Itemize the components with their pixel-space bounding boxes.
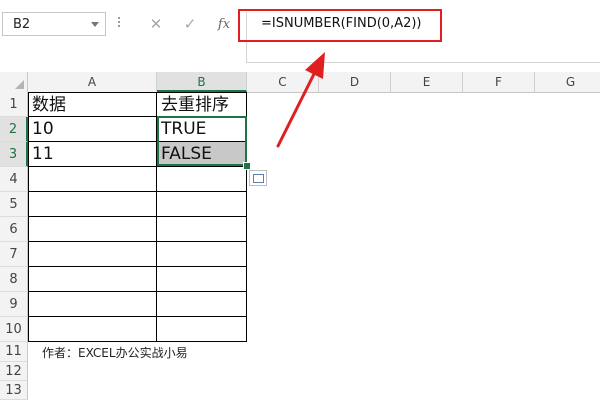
column-header-d[interactable]: D xyxy=(319,72,391,92)
cell-a3[interactable]: 11 xyxy=(28,142,157,167)
cell-b7[interactable] xyxy=(157,242,247,267)
chevron-down-icon[interactable] xyxy=(91,22,99,27)
cell-a4[interactable] xyxy=(28,167,157,192)
annotation-highlight-box xyxy=(238,9,442,42)
column-header-g[interactable]: G xyxy=(535,72,600,92)
row-header-1[interactable]: 1 xyxy=(0,92,28,117)
row-header-4[interactable]: 4 xyxy=(0,167,28,192)
cell-a9[interactable] xyxy=(28,292,157,317)
name-box-value: B2 xyxy=(13,17,31,32)
row-header-3[interactable]: 3 xyxy=(0,142,28,167)
column-header-c[interactable]: C xyxy=(247,72,319,92)
row-header-2[interactable]: 2 xyxy=(0,117,28,142)
row-header-10[interactable]: 10 xyxy=(0,317,28,342)
row-header-7[interactable]: 7 xyxy=(0,242,28,267)
confirm-icon[interactable]: ✓ xyxy=(176,12,204,36)
cell-b10[interactable] xyxy=(157,317,247,342)
cell-b1[interactable]: 去重排序 xyxy=(157,92,247,117)
cell-a7[interactable] xyxy=(28,242,157,267)
cell-a1[interactable]: 数据 xyxy=(28,92,157,117)
row-header-8[interactable]: 8 xyxy=(0,267,28,292)
formula-buttons: ✕ ✓ fx xyxy=(136,12,244,36)
row-header-6[interactable]: 6 xyxy=(0,217,28,242)
grip-icon xyxy=(118,17,121,31)
column-header-f[interactable]: F xyxy=(463,72,535,92)
column-headers: A B C D E F G xyxy=(0,72,600,93)
selection-outline xyxy=(157,116,247,166)
cell-b4[interactable] xyxy=(157,167,247,192)
column-header-b[interactable]: B xyxy=(157,72,247,92)
cell-a6[interactable] xyxy=(28,217,157,242)
row-header-5[interactable]: 5 xyxy=(0,192,28,217)
fill-handle[interactable] xyxy=(243,162,251,170)
row-header-11[interactable]: 11 xyxy=(0,342,28,362)
select-all-corner[interactable] xyxy=(0,72,28,92)
insert-function-icon[interactable]: fx xyxy=(210,12,238,36)
cell-a10[interactable] xyxy=(28,317,157,342)
cell-a8[interactable] xyxy=(28,267,157,292)
cancel-icon[interactable]: ✕ xyxy=(142,12,170,36)
cell-b8[interactable] xyxy=(157,267,247,292)
cell-a5[interactable] xyxy=(28,192,157,217)
row-header-13[interactable]: 13 xyxy=(0,381,28,400)
name-box[interactable]: B2 xyxy=(2,12,106,36)
column-header-e[interactable]: E xyxy=(391,72,463,92)
cell-b5[interactable] xyxy=(157,192,247,217)
row-header-9[interactable]: 9 xyxy=(0,292,28,317)
row-header-12[interactable]: 12 xyxy=(0,362,28,381)
author-credit: 作者：EXCEL办公实战小易 xyxy=(42,344,194,361)
cell-b9[interactable] xyxy=(157,292,247,317)
column-header-a[interactable]: A xyxy=(28,72,157,92)
cell-a2[interactable]: 10 xyxy=(28,117,157,142)
cell-b6[interactable] xyxy=(157,217,247,242)
quick-analysis-icon[interactable] xyxy=(249,170,267,186)
